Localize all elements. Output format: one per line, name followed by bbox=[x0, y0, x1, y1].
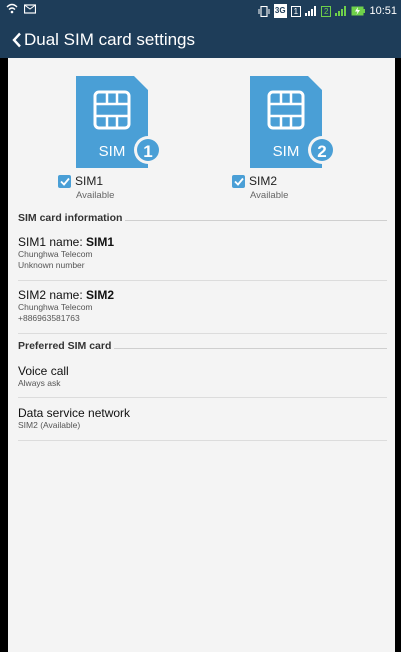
sim2-name-title: SIM2 name: SIM2 bbox=[18, 288, 387, 302]
checkmark-icon bbox=[233, 177, 244, 186]
data-service-value: SIM2 (Available) bbox=[18, 420, 81, 430]
preferred-sim-header-label: Preferred SIM card bbox=[18, 340, 112, 352]
sim-slot-label-2: 2 bbox=[321, 5, 332, 17]
wifi-icon bbox=[6, 3, 18, 14]
vibrate-icon bbox=[258, 5, 270, 17]
sim2-carrier: Chunghwa Telecom bbox=[18, 302, 93, 312]
status-left bbox=[6, 3, 36, 14]
sim1-checkbox-row[interactable]: SIM1 bbox=[58, 174, 103, 188]
sim-info-section-header: SIM card information bbox=[18, 208, 387, 228]
sim2-checkbox-row[interactable]: SIM2 bbox=[232, 174, 277, 188]
battery-charging-icon bbox=[351, 6, 366, 16]
message-icon bbox=[24, 3, 36, 14]
sim2-number: +886963581763 bbox=[18, 313, 80, 323]
sim-chip-label-1: SIM bbox=[99, 143, 126, 160]
sim2-status: Available bbox=[250, 190, 289, 201]
sim2-name-prefix: SIM2 name: bbox=[18, 288, 87, 302]
sim2-name-value: SIM2 bbox=[86, 288, 115, 302]
chevron-left-icon bbox=[12, 32, 21, 48]
sim-chip-label-2: SIM bbox=[273, 143, 300, 160]
sim1-checkbox[interactable] bbox=[58, 174, 71, 188]
app-bar: Dual SIM card settings bbox=[0, 22, 401, 58]
sim-number-badge-2: 2 bbox=[317, 142, 326, 161]
checkmark-icon bbox=[59, 177, 70, 186]
sim-card-1: SIM 1 SIM1 Available bbox=[54, 58, 194, 208]
status-bar: 3G 1 2 10:51 bbox=[0, 0, 401, 22]
sim1-carrier: Chunghwa Telecom bbox=[18, 249, 93, 259]
sim2-name-row[interactable]: SIM2 name: SIM2 Chunghwa Telecom +886963… bbox=[18, 281, 387, 334]
section-divider bbox=[125, 219, 387, 221]
sim1-checkbox-label: SIM1 bbox=[75, 174, 104, 188]
data-service-row[interactable]: Data service network SIM2 (Available) bbox=[18, 398, 387, 441]
sim-card-icon-2: SIM 2 bbox=[250, 76, 336, 168]
voice-call-row[interactable]: Voice call Always ask bbox=[18, 356, 387, 398]
network-badge: 3G bbox=[273, 4, 287, 18]
sim-number-badge-1: 1 bbox=[143, 142, 152, 161]
sim-card-2: SIM 2 SIM2 Available bbox=[228, 58, 368, 208]
sim2-checkbox-label: SIM2 bbox=[249, 174, 278, 188]
voice-call-value: Always ask bbox=[18, 378, 61, 388]
section-divider bbox=[114, 347, 387, 349]
sim-cards-area: SIM 1 SIM1 Available SIM 2 SIM2 Availabl… bbox=[8, 58, 395, 208]
signal-icon-2 bbox=[335, 6, 347, 16]
sim1-name-value: SIM1 bbox=[86, 235, 115, 249]
settings-content: SIM 1 SIM1 Available SIM 2 SIM2 Availabl… bbox=[8, 58, 395, 652]
sim1-name-row[interactable]: SIM1 name: SIM1 Chunghwa Telecom Unknown… bbox=[18, 228, 387, 281]
voice-call-title: Voice call bbox=[18, 364, 69, 378]
sim1-status: Available bbox=[76, 190, 115, 201]
preferred-sim-section-header: Preferred SIM card bbox=[18, 336, 387, 356]
sim1-name-title: SIM1 name: SIM1 bbox=[18, 235, 387, 249]
page-title: Dual SIM card settings bbox=[24, 30, 196, 49]
status-right: 3G 1 2 10:51 bbox=[258, 4, 397, 18]
back-button[interactable] bbox=[0, 22, 22, 58]
sim-slot-label-1: 1 bbox=[290, 5, 302, 17]
sim-info-header-label: SIM card information bbox=[18, 212, 123, 224]
sim1-name-prefix: SIM1 name: bbox=[18, 235, 87, 249]
clock: 10:51 bbox=[369, 5, 397, 17]
sim-card-icon-1: SIM 1 bbox=[76, 76, 162, 168]
data-service-title: Data service network bbox=[18, 406, 131, 420]
sim1-number: Unknown number bbox=[18, 260, 85, 270]
sim2-checkbox[interactable] bbox=[232, 174, 245, 188]
signal-icon-1 bbox=[305, 6, 317, 16]
